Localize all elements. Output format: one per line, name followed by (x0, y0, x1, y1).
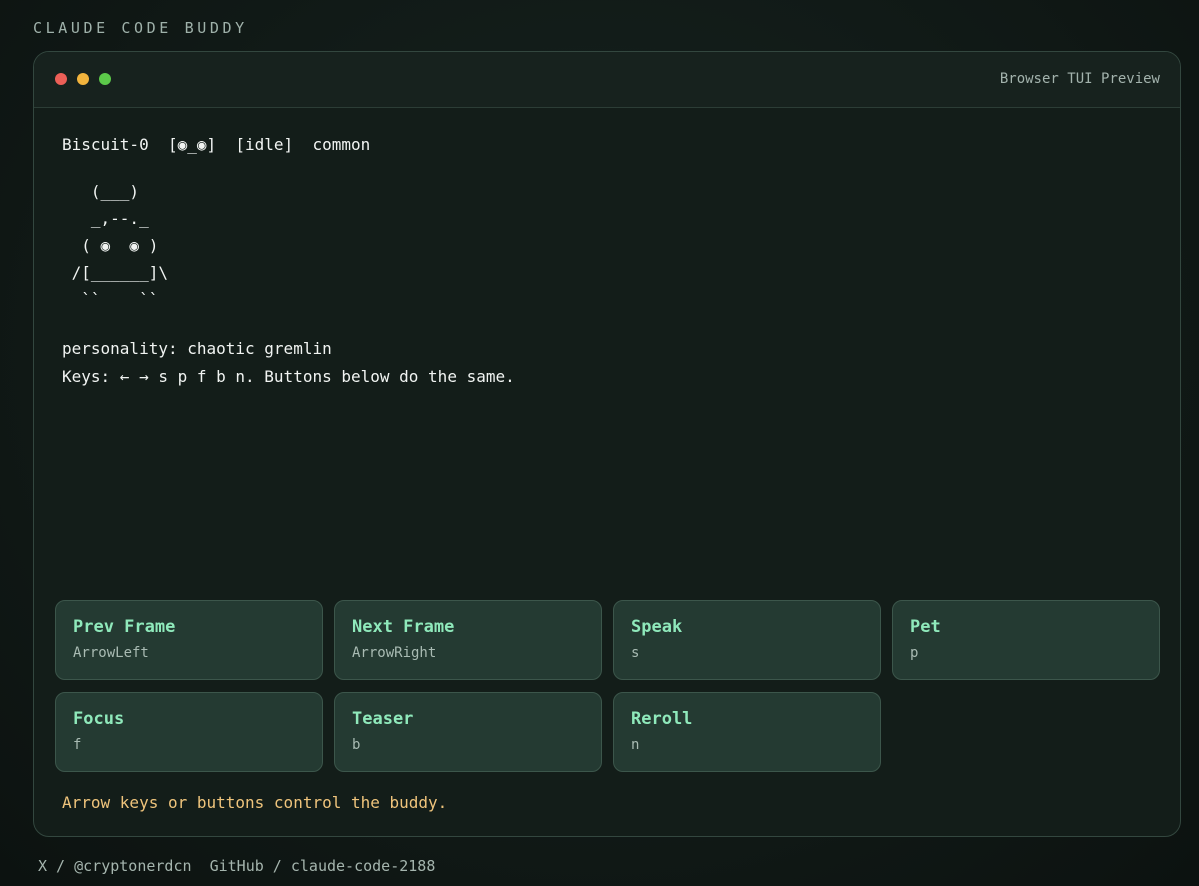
speak-button[interactable]: Speak s (613, 600, 881, 680)
window-caption: Browser TUI Preview (999, 71, 1160, 87)
button-label: Prev Frame (73, 617, 176, 637)
window-titlebar: Browser TUI Preview (34, 52, 1180, 108)
button-key: s (631, 645, 640, 661)
button-label: Reroll (631, 709, 693, 729)
footer: X / @cryptonerdcn GitHub / claude-code-2… (38, 857, 435, 875)
maximize-window-dot[interactable] (99, 73, 111, 85)
button-key: ArrowRight (352, 645, 437, 661)
button-label: Teaser (352, 709, 414, 729)
app-title: CLAUDE CODE BUDDY (33, 19, 248, 37)
tui-output: Biscuit-0 [◉_◉] [idle] common (___) _,--… (62, 134, 515, 391)
github-repo-link[interactable]: GitHub / claude-code-2188 (210, 857, 436, 875)
control-buttons: Prev Frame ArrowLeft Next Frame ArrowRig… (55, 600, 1161, 772)
personality-line: personality: chaotic gremlin (62, 339, 332, 358)
button-label: Pet (910, 617, 941, 637)
buddy-info: personality: chaotic gremlin Keys: ← → s… (62, 335, 515, 391)
buddy-ascii-art: (___) _,--._ ( ◉ ◉ ) /[______]\ `` `` (71, 182, 168, 309)
close-window-dot[interactable] (55, 73, 67, 85)
button-label: Focus (73, 709, 125, 729)
next-frame-button[interactable]: Next Frame ArrowRight (334, 600, 602, 680)
buddy-status-line: Biscuit-0 [◉_◉] [idle] common (62, 135, 371, 154)
button-key: p (910, 645, 919, 661)
tui-window: Browser TUI Preview Biscuit-0 [◉_◉] [idl… (33, 51, 1181, 837)
reroll-button[interactable]: Reroll n (613, 692, 881, 772)
button-key: b (352, 737, 361, 753)
button-label: Speak (631, 617, 683, 637)
pet-button[interactable]: Pet p (892, 600, 1160, 680)
control-hint: Arrow keys or buttons control the buddy. (62, 793, 448, 812)
x-profile-link[interactable]: X / @cryptonerdcn (38, 857, 192, 875)
button-key: ArrowLeft (73, 645, 149, 661)
button-label: Next Frame (352, 617, 455, 637)
keys-help-line: Keys: ← → s p f b n. Buttons below do th… (62, 367, 515, 386)
prev-frame-button[interactable]: Prev Frame ArrowLeft (55, 600, 323, 680)
minimize-window-dot[interactable] (77, 73, 89, 85)
focus-button[interactable]: Focus f (55, 692, 323, 772)
teaser-button[interactable]: Teaser b (334, 692, 602, 772)
button-key: f (73, 737, 82, 753)
button-key: n (631, 737, 640, 753)
